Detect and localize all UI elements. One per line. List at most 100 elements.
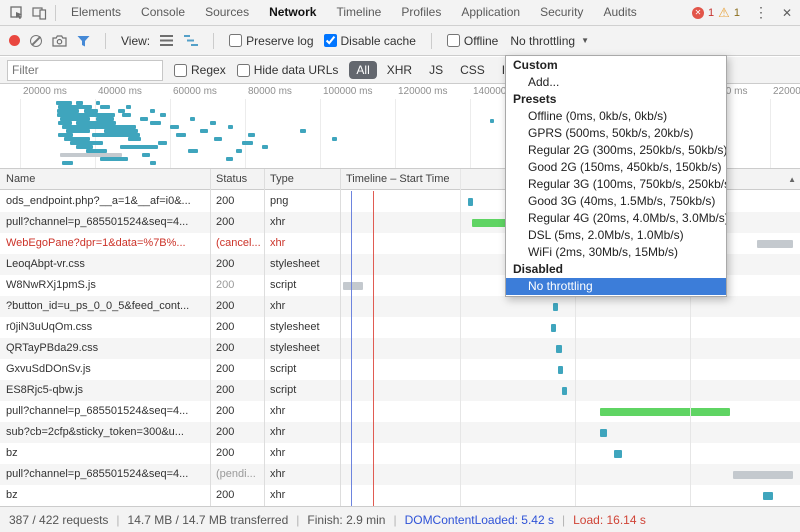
filter-input[interactable] [7, 60, 163, 81]
column-header-status[interactable]: Status [216, 169, 247, 190]
request-type: xhr [270, 296, 338, 317]
overview-request-bar [210, 121, 216, 125]
menu-item-dsl-5ms-2-0mb-s-1-0mb-s[interactable]: DSL (5ms, 2.0Mb/s, 1.0Mb/s) [506, 227, 726, 244]
offline-checkbox[interactable]: Offline [447, 34, 498, 48]
regex-input[interactable] [174, 64, 187, 77]
menu-section-presets: Presets [506, 91, 726, 108]
request-name: pull?channel=p_685501524&seq=4... [6, 401, 206, 422]
offline-input[interactable] [447, 34, 460, 47]
menu-item-no-throttling[interactable]: No throttling [506, 278, 726, 295]
throttling-select[interactable]: No throttling ▼ [510, 34, 589, 48]
status-separator: | [562, 513, 565, 527]
menu-section-disabled: Disabled [506, 261, 726, 278]
tab-timeline[interactable]: Timeline [326, 0, 391, 25]
menu-item-regular-3g-100ms-750kb-s-250kb-s[interactable]: Regular 3G (100ms, 750kb/s, 250kb/s) [506, 176, 726, 193]
request-name: LeoqAbpt-vr.css [6, 254, 206, 275]
menu-item-good-3g-40ms-1-5mb-s-750kb-s[interactable]: Good 3G (40ms, 1.5Mb/s, 750kb/s) [506, 193, 726, 210]
overview-request-bar [126, 105, 131, 109]
close-devtools-icon[interactable]: ✕ [782, 6, 792, 20]
table-row[interactable]: bz200xhr [0, 443, 800, 464]
warning-count: 1 [734, 7, 740, 19]
request-type: script [270, 380, 338, 401]
waterfall-bar [757, 240, 793, 248]
overview-request-bar [200, 129, 208, 133]
filter-pill-css[interactable]: CSS [453, 61, 492, 79]
menu-item-offline-0ms-0kb-s-0kb-s[interactable]: Offline (0ms, 0kb/s, 0kb/s) [506, 108, 726, 125]
request-name: r0jiN3uUqOm.css [6, 317, 206, 338]
menu-item-regular-2g-300ms-250kb-s-50kb-s[interactable]: Regular 2G (300ms, 250kb/s, 50kb/s) [506, 142, 726, 159]
table-row[interactable]: pull?channel=p_685501524&seq=4...200xhr [0, 401, 800, 422]
request-status: 200 [216, 275, 262, 296]
waterfall-view-icon[interactable] [184, 35, 198, 46]
status-separator: | [393, 513, 396, 527]
menu-item-add[interactable]: Add... [506, 74, 726, 91]
overview-request-bar [188, 149, 198, 153]
overview-request-bar [248, 133, 255, 137]
menu-item-gprs-500ms-50kb-s-20kb-s[interactable]: GPRS (500ms, 50kb/s, 20kb/s) [506, 125, 726, 142]
column-header-type[interactable]: Type [270, 169, 294, 190]
menu-item-good-2g-150ms-450kb-s-150kb-s[interactable]: Good 2G (150ms, 450kb/s, 150kb/s) [506, 159, 726, 176]
table-row[interactable]: sub?cb=2cfp&sticky_token=300&u...200xhr [0, 422, 800, 443]
menu-item-wifi-2ms-30mb-s-15mb-s[interactable]: WiFi (2ms, 30Mb/s, 15Mb/s) [506, 244, 726, 261]
filter-pill-xhr[interactable]: XHR [380, 61, 419, 79]
disable-cache-input[interactable] [324, 34, 337, 47]
filter-pill-all[interactable]: All [349, 61, 376, 79]
tab-security[interactable]: Security [530, 0, 593, 25]
tab-application[interactable]: Application [451, 0, 530, 25]
menu-item-regular-4g-20ms-4-0mb-s-3-0mb-s[interactable]: Regular 4G (20ms, 4.0Mb/s, 3.0Mb/s) [506, 210, 726, 227]
request-status: 200 [216, 359, 262, 380]
overview-request-bar [176, 133, 186, 137]
network-summary-bar: 387 / 422 requests|14.7 MB / 14.7 MB tra… [0, 506, 800, 532]
capture-screenshots-icon[interactable] [52, 35, 67, 47]
table-row[interactable]: QRTayPBda29.css200stylesheet [0, 338, 800, 359]
ruler-label: 40000 ms [98, 86, 142, 97]
overview-request-bar [262, 145, 268, 149]
table-row[interactable]: ?button_id=u_ps_0_0_5&feed_cont...200xhr [0, 296, 800, 317]
filter-pill-js[interactable]: JS [422, 61, 450, 79]
disable-cache-checkbox[interactable]: Disable cache [324, 34, 416, 48]
tab-profiles[interactable]: Profiles [391, 0, 451, 25]
waterfall-bar [558, 366, 563, 374]
warning-badge-icon[interactable]: ⚠ [718, 6, 730, 19]
more-menu-icon[interactable]: ⋮ [754, 4, 768, 21]
waterfall-bar [553, 303, 558, 311]
table-row[interactable]: ES8Rjc5-qbw.js200script [0, 380, 800, 401]
overview-request-bar [226, 157, 233, 161]
filter-icon[interactable] [77, 35, 90, 47]
device-toolbar-icon[interactable] [28, 4, 50, 22]
request-status: (pendi... [216, 464, 262, 485]
regex-checkbox[interactable]: Regex [174, 63, 226, 77]
request-name: ES8Rjc5-qbw.js [6, 380, 206, 401]
clear-button[interactable] [30, 35, 42, 47]
tab-elements[interactable]: Elements [61, 0, 131, 25]
overview-request-bar [150, 109, 155, 113]
table-row[interactable]: bz200xhr [0, 485, 800, 506]
tab-sources[interactable]: Sources [195, 0, 259, 25]
request-type: xhr [270, 212, 338, 233]
column-header-name[interactable]: Name [6, 169, 35, 190]
preserve-log-input[interactable] [229, 34, 242, 47]
list-view-icon[interactable] [160, 35, 174, 46]
tab-strip: ElementsConsoleSourcesNetworkTimelinePro… [61, 0, 647, 25]
error-badge-icon[interactable]: ✕ [692, 7, 704, 19]
table-row[interactable]: GxvuSdDOnSv.js200script [0, 359, 800, 380]
status-segment: 387 / 422 requests [9, 513, 108, 527]
table-row[interactable]: pull?channel=p_685501524&seq=4...(pendi.… [0, 464, 800, 485]
overview-request-bar [128, 137, 141, 141]
record-button[interactable] [9, 35, 20, 46]
hide-data-urls-checkbox[interactable]: Hide data URLs [237, 63, 339, 77]
tab-audits[interactable]: Audits [593, 0, 646, 25]
waterfall-bar [468, 198, 473, 206]
menu-section-custom: Custom [506, 57, 726, 74]
request-status: 200 [216, 401, 262, 422]
hide-data-urls-input[interactable] [237, 64, 250, 77]
tab-network[interactable]: Network [259, 0, 326, 25]
column-header-timeline[interactable]: Timeline – Start Time [346, 169, 450, 190]
preserve-log-checkbox[interactable]: Preserve log [229, 34, 313, 48]
tab-console[interactable]: Console [131, 0, 195, 25]
table-row[interactable]: r0jiN3uUqOm.css200stylesheet [0, 317, 800, 338]
request-status: 200 [216, 485, 262, 506]
separator [431, 33, 432, 49]
inspect-element-icon[interactable] [6, 4, 28, 22]
status-badges: ✕ 1 ⚠ 1 ⋮ ✕ [692, 4, 794, 21]
